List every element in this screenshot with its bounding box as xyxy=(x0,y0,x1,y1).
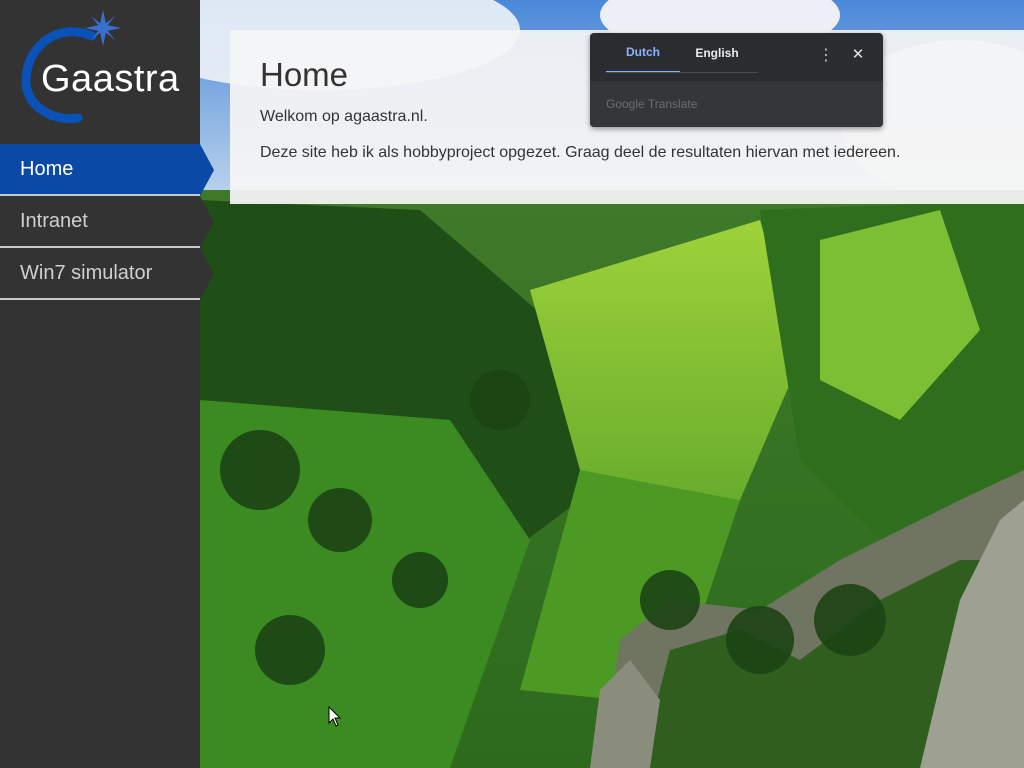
tab-divider xyxy=(606,72,758,73)
nav-pointer xyxy=(200,144,214,196)
nav-item-home[interactable]: Home xyxy=(0,144,214,196)
tab-english[interactable]: English xyxy=(680,33,754,73)
nav-item-intranet[interactable]: Intranet xyxy=(0,196,214,248)
main-nav: Home Intranet Win7 simulator xyxy=(0,144,214,300)
body-text: Deze site heb ik als hobbyproject opgeze… xyxy=(260,144,901,161)
google-translate-brand: Google Translate xyxy=(606,97,698,111)
more-vert-icon[interactable]: ⋮ xyxy=(818,45,834,64)
translate-footer: Google Translate xyxy=(590,81,883,127)
brand-name: Gaastra xyxy=(41,58,180,100)
nav-item-win7-simulator[interactable]: Win7 simulator xyxy=(0,248,214,300)
nav-item-label: Intranet xyxy=(20,209,88,232)
brand-logo[interactable]: Gaastra xyxy=(0,0,200,144)
nav-item-label: Win7 simulator xyxy=(20,261,153,284)
sidebar: Gaastra Home Intranet Win7 simulator xyxy=(0,0,214,768)
tab-dutch[interactable]: Dutch xyxy=(606,33,680,73)
translate-language-tabs: Dutch English xyxy=(606,33,754,73)
translate-popup: Dutch English ⋮ ✕ Google Translate xyxy=(590,33,883,127)
nav-item-label: Home xyxy=(20,157,74,180)
nav-pointer xyxy=(200,248,214,300)
nav-pointer xyxy=(200,196,214,248)
mouse-cursor-icon xyxy=(328,706,342,727)
close-icon[interactable]: ✕ xyxy=(850,45,866,63)
